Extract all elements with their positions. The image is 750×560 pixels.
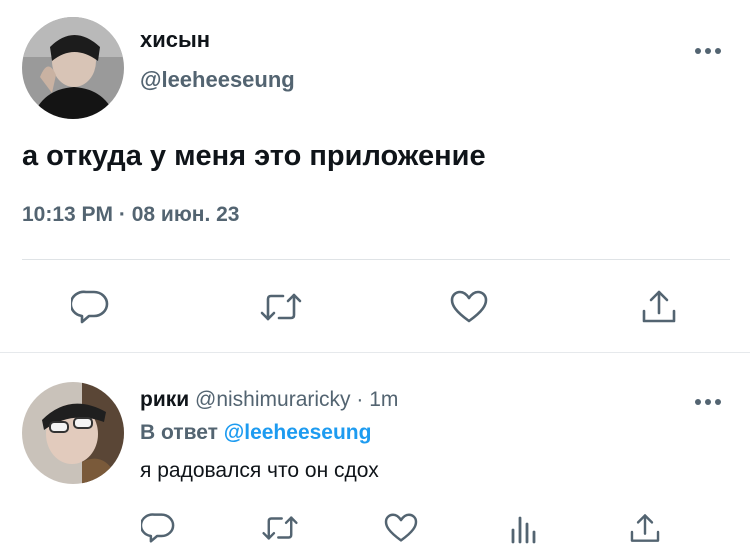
avatar-main-image bbox=[22, 17, 124, 119]
meta-separator: · bbox=[118, 203, 126, 226]
reply-more-icon[interactable] bbox=[695, 398, 721, 406]
analytics-icon[interactable] bbox=[508, 511, 540, 545]
more-icon[interactable] bbox=[695, 47, 721, 55]
reply-display-name[interactable]: рики bbox=[140, 388, 189, 411]
avatar-reply[interactable] bbox=[22, 382, 124, 484]
tweet-timestamp: 10:13 PM · 08 июн. 23 bbox=[22, 203, 239, 227]
reply-handle[interactable]: @nishimuraricky bbox=[195, 388, 351, 411]
share-icon[interactable] bbox=[640, 287, 678, 327]
avatar-main[interactable] bbox=[22, 17, 124, 119]
reply-age[interactable]: 1m bbox=[369, 388, 398, 411]
reply-to-handle-link[interactable]: @leeheeseung bbox=[224, 421, 372, 444]
reply-prefix: В ответ bbox=[140, 421, 218, 444]
like-icon[interactable] bbox=[449, 289, 489, 325]
reply-like-icon[interactable] bbox=[383, 512, 419, 544]
reply-icon[interactable] bbox=[70, 288, 110, 326]
reply-retweet-icon[interactable] bbox=[260, 512, 300, 544]
reply-separator: · bbox=[356, 388, 364, 411]
tweet-date[interactable]: 08 июн. 23 bbox=[132, 203, 240, 226]
reply-context: В ответ @leeheeseung bbox=[140, 421, 371, 445]
tweet-text: а откуда у меня это приложение bbox=[22, 140, 486, 172]
divider bbox=[22, 259, 730, 260]
avatar-reply-image bbox=[22, 382, 124, 484]
reply-text: я радовался что он сдох bbox=[140, 459, 379, 482]
tweet-time[interactable]: 10:13 PM bbox=[22, 203, 113, 226]
section-divider bbox=[0, 352, 750, 353]
handle[interactable]: @leeheeseung bbox=[140, 67, 295, 93]
reply-share-icon[interactable] bbox=[628, 511, 662, 545]
display-name[interactable]: хисын bbox=[140, 27, 210, 53]
retweet-icon[interactable] bbox=[258, 289, 304, 325]
reply-reply-icon[interactable] bbox=[140, 511, 176, 545]
reply-header: рики @nishimuraricky · 1m bbox=[140, 388, 398, 412]
